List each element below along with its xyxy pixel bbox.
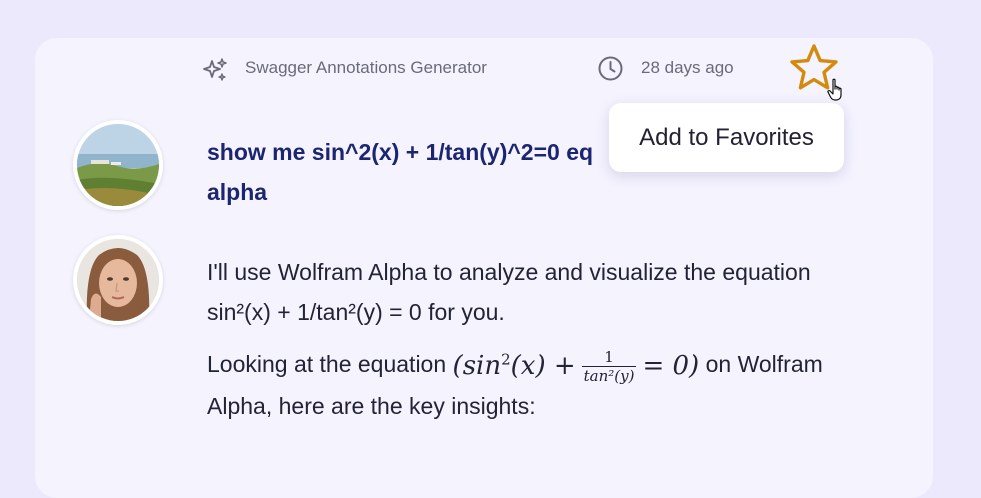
user-message: show me sin^2(x) + 1/tan(y)^2=0 eq alpha [207, 132, 627, 212]
equation-left: (sin [452, 350, 502, 381]
user-message-line-2: alpha [207, 179, 268, 205]
equation-x: (x) + [510, 350, 576, 381]
equation-fraction: 1 tan²(y) [581, 347, 637, 385]
fraction-numerator: 1 [604, 347, 614, 366]
assistant-paragraph-1: I'll use Wolfram Alpha to analyze and vi… [207, 259, 811, 325]
assistant-avatar [73, 235, 163, 325]
equation-right: = 0) [642, 350, 700, 381]
user-message-line-1: show me sin^2(x) + 1/tan(y)^2=0 eq [207, 139, 594, 165]
assistant-paragraph-2: Looking at the equation (sin2(x) +1 tan²(… [207, 344, 867, 426]
equation-exponent: 2 [501, 350, 511, 369]
paragraph-2-intro: Looking at the equation [207, 351, 447, 377]
favorite-star-button[interactable] [787, 42, 841, 96]
generator-name: Swagger Annotations Generator [245, 58, 487, 77]
timestamp: 28 days ago [641, 58, 734, 77]
favorites-tooltip: Add to Favorites [609, 103, 844, 172]
equation: (sin2(x) +1 tan²(y) = 0) [453, 346, 700, 386]
user-avatar [73, 120, 163, 210]
clock-icon [598, 56, 623, 81]
fraction-denominator: tan²(y) [581, 365, 637, 385]
assistant-message: I'll use Wolfram Alpha to analyze and vi… [207, 252, 867, 426]
star-icon [790, 44, 838, 90]
sparkle-icon [203, 58, 227, 81]
